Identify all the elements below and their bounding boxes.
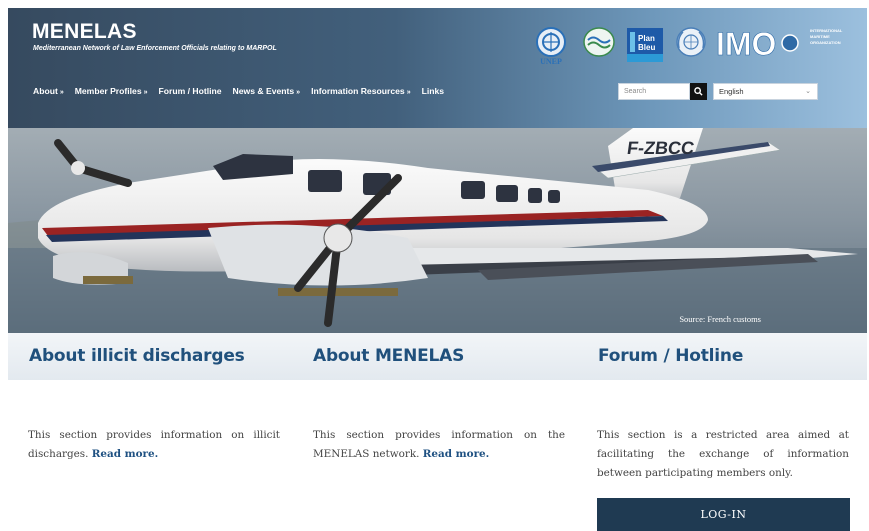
aircraft-photo: F-ZBCC: [8, 128, 867, 333]
chevron-down-icon: »: [406, 89, 411, 96]
chevron-down-icon: »: [59, 89, 64, 96]
tail-number: F-ZBCC: [626, 138, 696, 158]
column-title-about-menelas[interactable]: About MENELAS: [313, 346, 464, 366]
nav-item-member-profiles[interactable]: Member Profiles»: [75, 86, 148, 96]
read-more-link[interactable]: Read more.: [423, 448, 490, 460]
search-icon: [694, 87, 703, 96]
hero-image: F-ZBCC Source: French customs: [8, 128, 867, 333]
imo-sub-line: ORGANIZATION: [810, 40, 841, 45]
nav-item-links[interactable]: Links: [422, 86, 444, 96]
chevron-down-icon: »: [296, 89, 301, 96]
wave-emblem: [583, 27, 615, 57]
un-logo[interactable]: [674, 26, 708, 58]
imo-subtitle: INTERNATIONAL MARITIME ORGANIZATION: [810, 28, 842, 46]
nav-item-about[interactable]: About»: [33, 86, 64, 96]
page: MENELAS Mediterranean Network of Law Enf…: [8, 8, 867, 531]
column-text-illicit-discharges: This section provides information on ill…: [28, 426, 280, 464]
read-more-link[interactable]: Read more.: [92, 448, 159, 460]
imo-logo[interactable]: IMO INTERNATIONAL MARITIME ORGANIZATION: [714, 26, 844, 63]
site-subtitle: Mediterranean Network of Law Enforcement…: [33, 45, 277, 52]
nav-item-information-resources[interactable]: Information Resources»: [311, 86, 411, 96]
nav-label: Links: [421, 86, 445, 96]
imo-text: IMO: [716, 26, 776, 60]
unep-label: UNEP: [540, 57, 562, 66]
nav-label: About: [33, 86, 58, 96]
column-title-illicit-discharges[interactable]: About illicit discharges: [29, 346, 245, 366]
imo-emblem: IMO: [716, 26, 799, 62]
search-button[interactable]: [690, 83, 707, 100]
column-text-forum-hotline: This section is a restricted area aimed …: [597, 426, 849, 483]
main-nav: About» Member Profiles» Forum / Hotline …: [33, 86, 455, 96]
login-button[interactable]: LOG-IN: [597, 498, 850, 531]
chevron-down-icon: »: [143, 89, 148, 96]
site-title[interactable]: MENELAS: [32, 20, 137, 44]
column-description: This section is a restricted area aimed …: [597, 429, 849, 479]
unep-emblem: [536, 27, 566, 57]
wave-logo[interactable]: [582, 26, 616, 58]
nav-item-news-events[interactable]: News & Events»: [233, 86, 301, 96]
nav-label: Information Resources: [311, 86, 405, 96]
site-header: MENELAS Mediterranean Network of Law Enf…: [8, 8, 867, 128]
column-text-about-menelas: This section provides information on the…: [313, 426, 565, 464]
column-title-forum-hotline[interactable]: Forum / Hotline: [598, 346, 743, 366]
unep-logo[interactable]: UNEP: [535, 26, 567, 70]
language-value: English: [719, 87, 744, 96]
plan-bleu-logo[interactable]: Plan Bleu: [627, 28, 663, 62]
plan-bleu-line-1: Plan: [638, 34, 655, 43]
nav-item-forum-hotline[interactable]: Forum / Hotline: [159, 86, 222, 96]
language-select[interactable]: English ⌄: [713, 83, 818, 100]
un-emblem: [676, 27, 706, 57]
chevron-down-icon: ⌄: [805, 88, 811, 95]
plan-bleu-emblem: Plan Bleu: [627, 28, 663, 62]
plan-bleu-line-2: Bleu: [638, 43, 655, 52]
nav-label: Forum / Hotline: [158, 86, 222, 96]
image-caption: Source: French customs: [679, 314, 761, 324]
nav-label: News & Events: [232, 86, 295, 96]
search-input[interactable]: Search: [618, 83, 690, 100]
nav-label: Member Profiles: [74, 86, 142, 96]
